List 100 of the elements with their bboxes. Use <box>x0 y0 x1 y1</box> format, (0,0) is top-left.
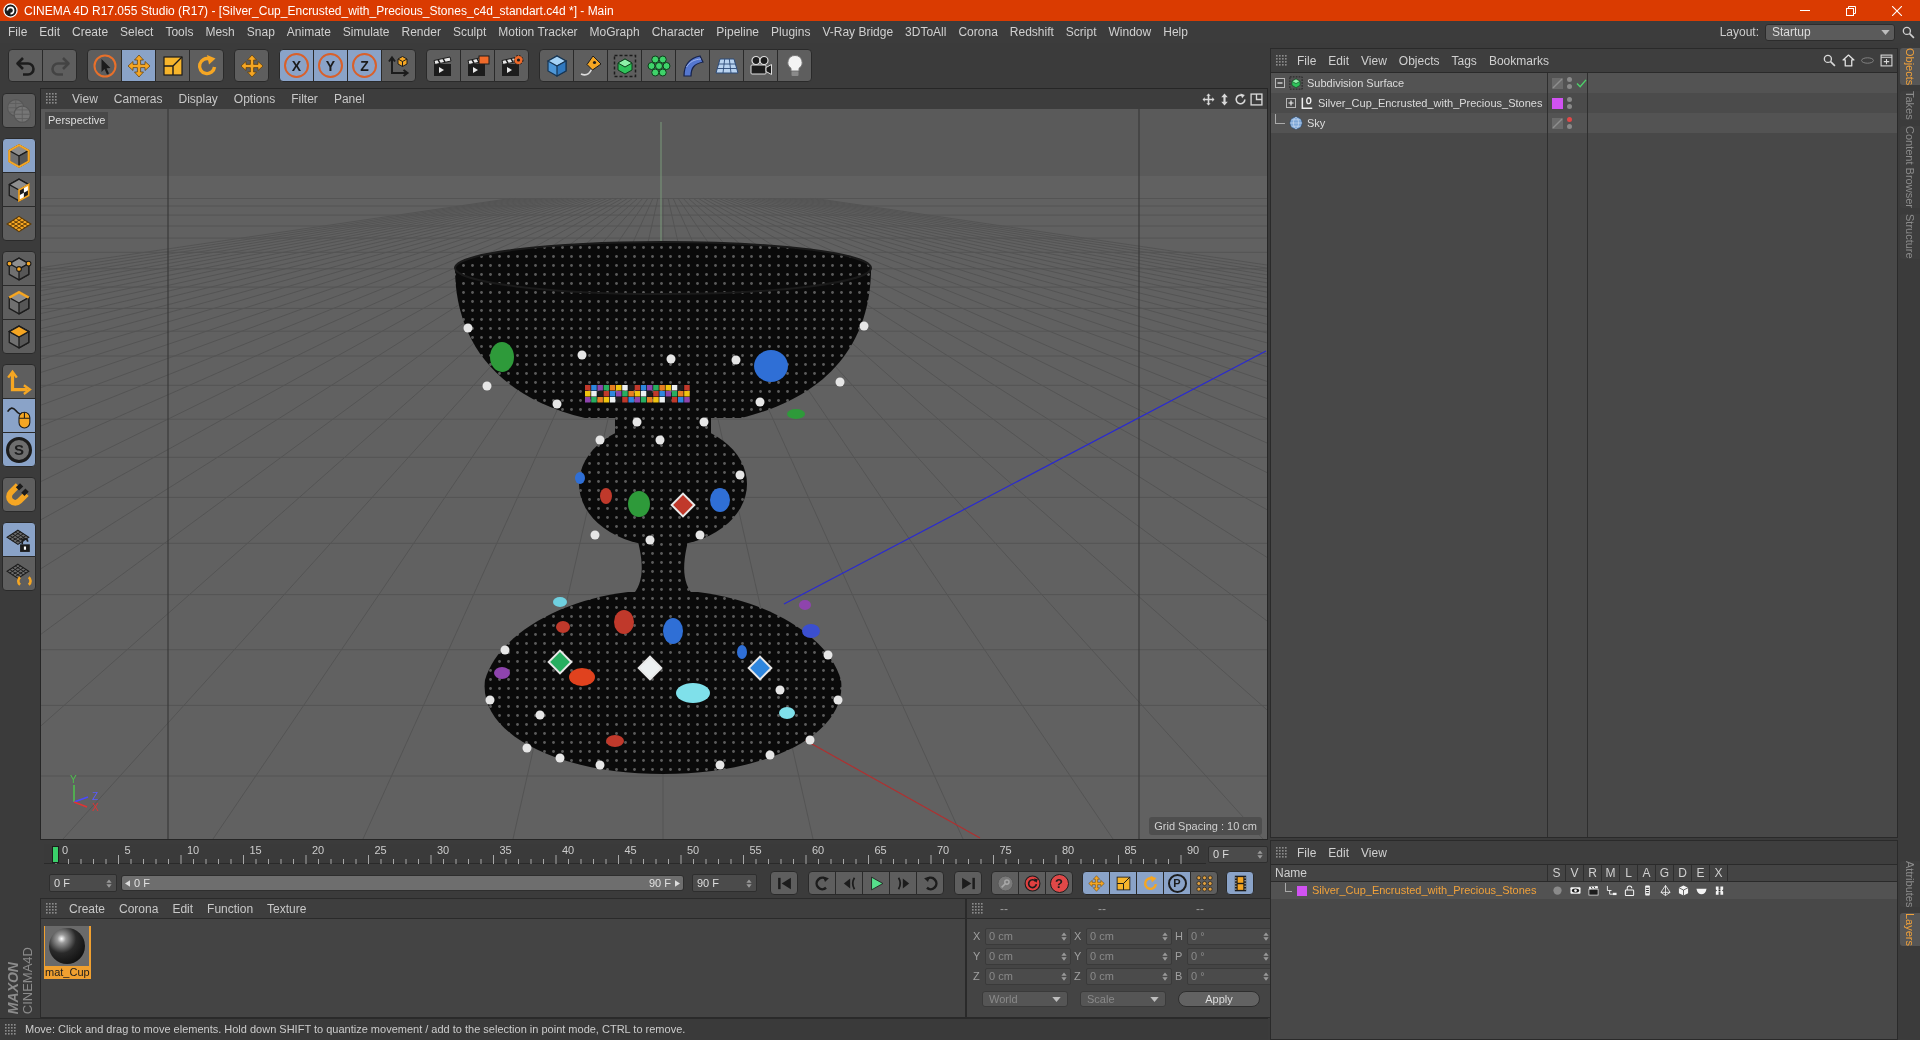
timeline-ruler[interactable]: 0 5 10 15 20 25 30 35 40 45 50 55 60 65 70 75 80 85 90 <box>44 844 1206 864</box>
menu-item[interactable]: Texture <box>260 899 314 918</box>
points-mode-button[interactable] <box>2 251 36 286</box>
menu-item[interactable]: Motion Tracker <box>492 23 584 41</box>
end-frame-field[interactable]: 90 F <box>692 874 757 892</box>
right-arrow-icon[interactable] <box>675 879 680 887</box>
viewport-menu-item[interactable]: Filter <box>283 90 326 108</box>
left-arrow-icon[interactable] <box>125 879 130 887</box>
viewport-menu-item[interactable]: View <box>64 90 106 108</box>
menu-item[interactable]: Help <box>1157 23 1194 41</box>
render-view-button[interactable] <box>426 49 461 82</box>
menu-item[interactable]: Plugins <box>765 23 817 41</box>
material-item[interactable]: mat_Cup <box>44 926 91 979</box>
search-icon[interactable] <box>1902 25 1915 39</box>
collapse-icon[interactable] <box>1275 78 1285 88</box>
window-frame-icon[interactable] <box>1250 92 1263 106</box>
menu-item[interactable]: Create <box>66 23 115 41</box>
column-header[interactable]: E <box>1692 865 1710 881</box>
menu-item[interactable]: Pipeline <box>710 23 766 41</box>
object-name[interactable]: Subdivision Surface <box>1307 74 1405 92</box>
menu-item[interactable]: Edit <box>165 899 201 918</box>
panel-grip-icon[interactable] <box>5 1023 17 1036</box>
autokey-button[interactable] <box>991 871 1019 895</box>
object-name[interactable]: Silver_Cup_Encrusted_with_Precious_Stones <box>1318 94 1543 112</box>
floor-object-button[interactable] <box>709 49 744 82</box>
layer-color-swatch[interactable] <box>1552 97 1563 109</box>
axis-mode-button[interactable] <box>2 364 36 399</box>
parameter-key-button[interactable]: P <box>1163 871 1191 895</box>
point-level-animation-button[interactable] <box>1190 871 1218 895</box>
menu-item[interactable]: Edit <box>33 23 67 41</box>
axis-lock-button[interactable]: Y <box>313 49 348 82</box>
spinner-arrows-icon[interactable] <box>106 878 112 888</box>
panel-grip-icon[interactable] <box>46 902 58 915</box>
viewport-menu-item[interactable]: Cameras <box>105 90 171 108</box>
axis-lock-button[interactable]: Z <box>347 49 382 82</box>
column-header[interactable]: V <box>1566 865 1584 881</box>
menu-item[interactable]: Sculpt <box>446 23 493 41</box>
viewport-menu-item[interactable]: Display <box>170 90 226 108</box>
menu-item[interactable]: Function <box>200 899 261 918</box>
knot-icon[interactable] <box>1713 885 1725 896</box>
texture-mode-button[interactable] <box>2 172 36 207</box>
menu-item[interactable]: Script <box>1059 23 1103 41</box>
record-button[interactable] <box>1018 871 1046 895</box>
menu-item[interactable]: View <box>1355 843 1393 862</box>
menu-item[interactable]: Corona <box>952 23 1004 41</box>
next-key-button[interactable] <box>916 871 944 895</box>
menu-item[interactable]: Tags <box>1445 51 1483 70</box>
camera-object-button[interactable] <box>743 49 778 82</box>
plus-box-icon[interactable] <box>1880 54 1893 67</box>
pen-tool-button[interactable] <box>573 49 608 82</box>
object-row[interactable]: Sky <box>1271 113 1897 133</box>
menu-item[interactable]: Tools <box>159 23 200 41</box>
scale-key-button[interactable] <box>1109 871 1137 895</box>
layer-name[interactable]: Silver_Cup_Encrusted_with_Precious_Stones <box>1312 882 1537 899</box>
menu-item[interactable]: V-Ray Bridge <box>816 23 900 41</box>
cube-object-button[interactable] <box>539 49 574 82</box>
planar-workplane-button[interactable] <box>2 556 36 591</box>
panel-grip-icon[interactable] <box>46 93 58 105</box>
menu-item[interactable]: Select <box>114 23 160 41</box>
panel-grip-icon[interactable] <box>972 902 984 915</box>
menu-item[interactable]: MoGraph <box>583 23 646 41</box>
menu-item[interactable]: File <box>1291 843 1323 862</box>
subdivision-surface-button[interactable] <box>607 49 642 82</box>
move-tool-button[interactable] <box>121 49 156 82</box>
camera-label[interactable]: Perspective <box>45 112 109 129</box>
menu-item[interactable]: Edit <box>1322 51 1356 70</box>
play-button[interactable] <box>862 871 890 895</box>
layer-row[interactable]: Silver_Cup_Encrusted_with_Precious_Stones <box>1271 882 1897 899</box>
snap-button[interactable] <box>2 477 36 512</box>
panel-grip-icon[interactable] <box>1276 846 1288 859</box>
menu-item[interactable]: File <box>1291 51 1323 70</box>
object-name[interactable]: Sky <box>1307 114 1326 132</box>
selection-tool-button[interactable] <box>87 49 122 82</box>
menu-item[interactable]: Window <box>1102 23 1158 41</box>
last-frame-button[interactable] <box>954 871 982 895</box>
column-header[interactable]: R <box>1584 865 1602 881</box>
light-object-button[interactable] <box>777 49 812 82</box>
menu-item[interactable]: File <box>2 23 34 41</box>
column-header[interactable]: G <box>1656 865 1674 881</box>
column-header[interactable]: M <box>1602 865 1620 881</box>
menu-item[interactable]: Redshift <box>1003 23 1060 41</box>
side-tab[interactable]: Objects <box>1900 48 1920 86</box>
menu-item[interactable]: Corona <box>112 899 166 918</box>
column-header[interactable]: D <box>1674 865 1692 881</box>
object-row[interactable]: Subdivision Surface <box>1271 73 1897 93</box>
side-tab[interactable]: Layers <box>1900 912 1920 946</box>
scale-tool-button[interactable] <box>155 49 190 82</box>
menu-item[interactable]: Bookmarks <box>1482 51 1555 70</box>
menu-item[interactable]: Character <box>645 23 711 41</box>
layer-color-swatch[interactable] <box>1297 885 1307 896</box>
model-mode-button[interactable] <box>2 138 36 173</box>
spinner-arrows-icon[interactable] <box>746 878 752 888</box>
rotate-icon[interactable] <box>1234 92 1247 106</box>
viewport-menu-item[interactable]: Options <box>225 90 284 108</box>
workplane-mode-button[interactable] <box>2 206 36 241</box>
eye-icon[interactable] <box>1569 885 1581 896</box>
first-frame-button[interactable] <box>770 871 798 895</box>
menu-item[interactable]: Create <box>62 899 113 918</box>
clapperboard-icon[interactable] <box>1587 885 1599 896</box>
cloner-button[interactable] <box>641 49 676 82</box>
